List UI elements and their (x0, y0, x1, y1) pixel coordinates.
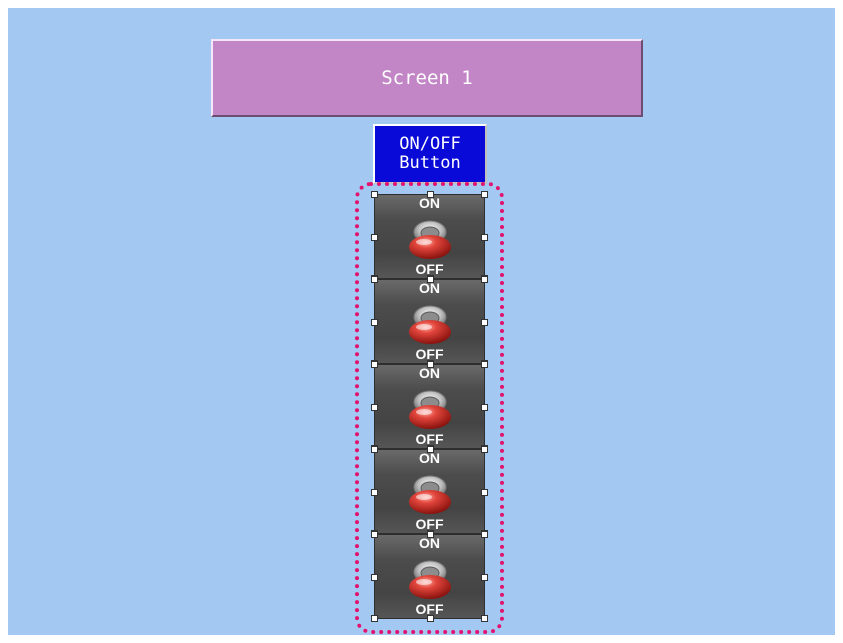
selection-outline (355, 182, 504, 634)
component-label-line1: ON/OFF (399, 134, 461, 154)
screen-canvas[interactable]: Screen 1 ON/OFF Button ON OFF ON OFF ON … (8, 8, 835, 635)
screen-title: Screen 1 (381, 67, 473, 89)
component-label-line2: Button (399, 153, 461, 173)
component-label[interactable]: ON/OFF Button (373, 124, 487, 184)
screen-title-bar[interactable]: Screen 1 (211, 39, 643, 117)
